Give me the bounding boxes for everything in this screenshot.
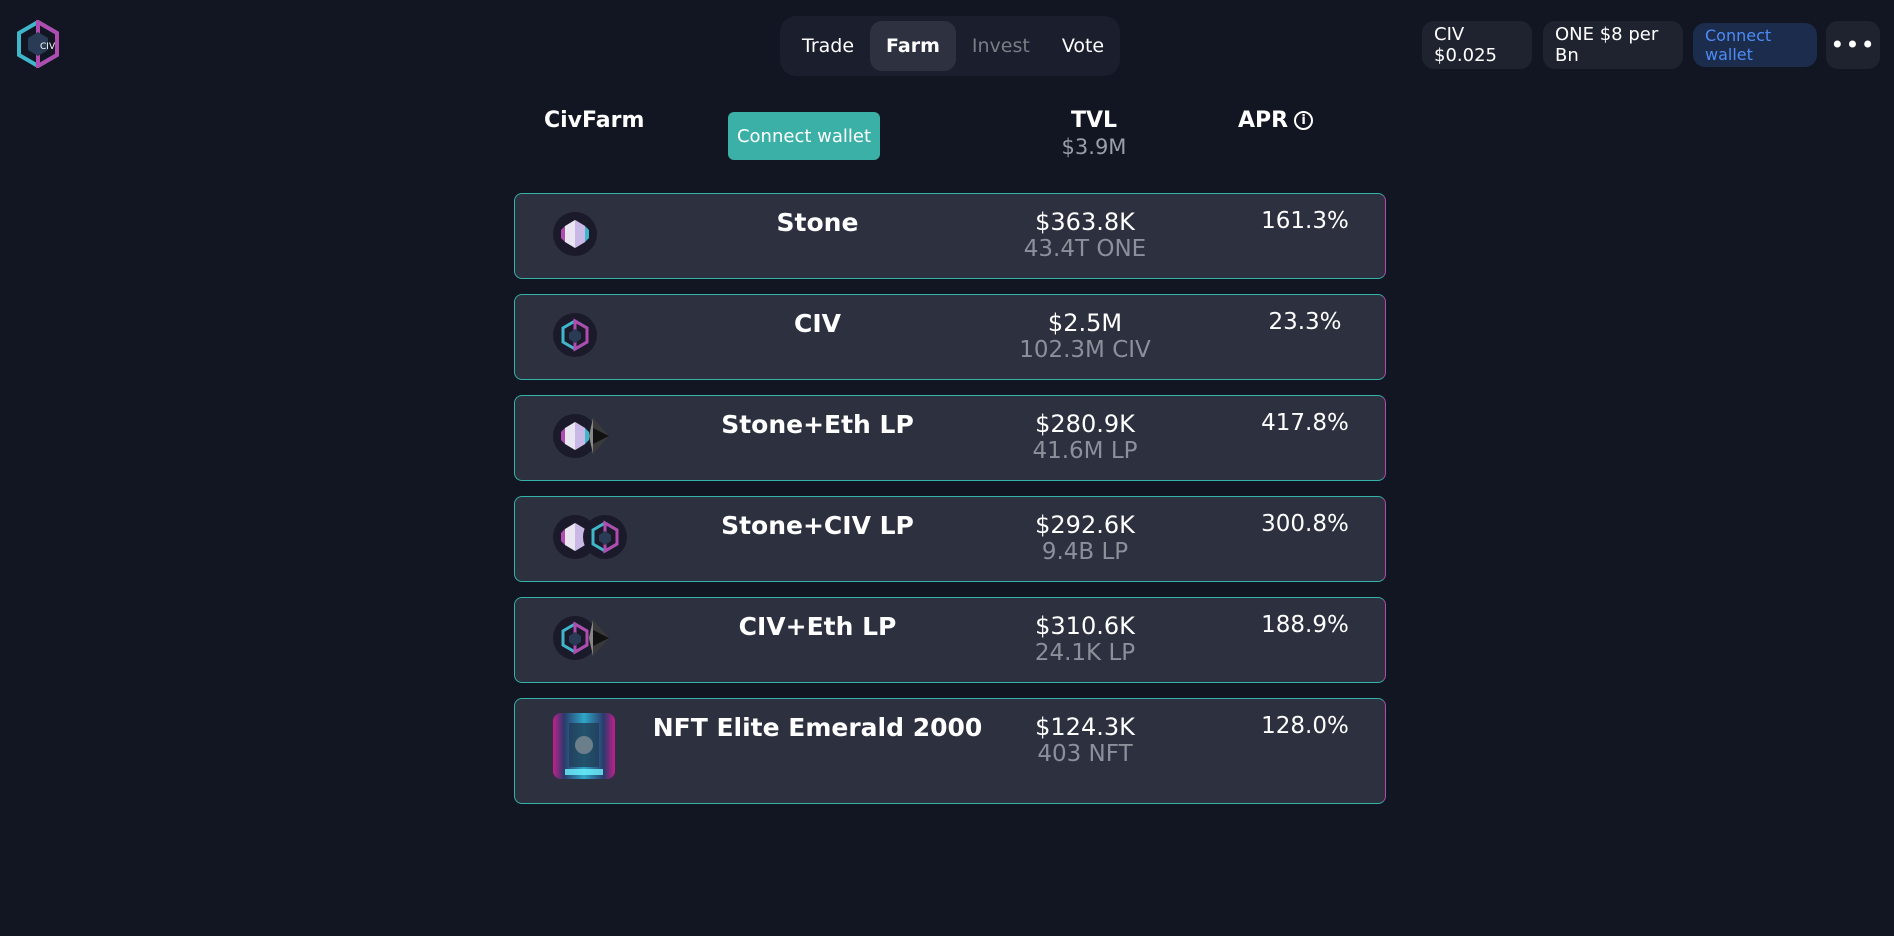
- connect-wallet-button[interactable]: Connect wallet: [728, 112, 880, 160]
- total-tvl-value: $3.9M: [1061, 135, 1127, 159]
- farm-tvl-usd: $310.6K: [1035, 612, 1135, 640]
- stone-icon: [553, 212, 597, 256]
- main-nav: Trade Farm Invest Vote: [780, 16, 1120, 76]
- more-menu-icon[interactable]: •••: [1826, 21, 1880, 69]
- civ-price-badge[interactable]: CIV $0.025: [1422, 21, 1532, 69]
- tab-invest[interactable]: Invest: [956, 21, 1046, 71]
- farm-tvl-usd: $2.5M: [1047, 309, 1123, 337]
- nft-image: [553, 713, 615, 779]
- farm-name: Stone+Eth LP: [721, 410, 914, 439]
- eth-icon: [587, 616, 613, 660]
- farm-tvl-amount: 9.4B LP: [1041, 539, 1129, 565]
- farm-tvl-usd: $280.9K: [1035, 410, 1135, 438]
- farm-tvl-amount: 41.6M LP: [1032, 438, 1138, 464]
- tab-trade[interactable]: Trade: [786, 21, 870, 71]
- civ-logo-icon[interactable]: CIV: [16, 18, 60, 70]
- page-title: CivFarm: [544, 108, 645, 133]
- one-price-badge[interactable]: ONE $8 per Bn: [1543, 21, 1683, 69]
- farm-row-stone-civ-lp[interactable]: Stone+CIV LP $292.6K 9.4B LP 300.8%: [514, 496, 1386, 582]
- tab-vote[interactable]: Vote: [1046, 21, 1120, 71]
- civ-icon: [583, 515, 627, 559]
- farm-name: CIV: [794, 309, 841, 338]
- farm-header: CivFarm Connect wallet TVL $3.9M APR i: [0, 108, 1894, 168]
- farm-name: Stone: [776, 208, 859, 237]
- tvl-column-header: TVL: [1070, 108, 1118, 133]
- farm-apr: 23.3%: [1268, 309, 1342, 335]
- farm-tvl-amount: 24.1K LP: [1034, 640, 1136, 666]
- farm-row-stone[interactable]: Stone $363.8K 43.4T ONE 161.3%: [514, 193, 1386, 279]
- farm-row-civ-eth-lp[interactable]: CIV+Eth LP $310.6K 24.1K LP 188.9%: [514, 597, 1386, 683]
- farm-apr: 128.0%: [1261, 713, 1349, 739]
- farm-tvl-usd: $124.3K: [1035, 713, 1135, 741]
- farm-tvl-amount: 102.3M CIV: [1019, 337, 1151, 363]
- connect-wallet-button-top[interactable]: Connect wallet: [1693, 23, 1817, 67]
- farm-row-stone-eth-lp[interactable]: Stone+Eth LP $280.9K 41.6M LP 417.8%: [514, 395, 1386, 481]
- farm-name: Stone+CIV LP: [721, 511, 914, 540]
- farm-tvl-amount: 43.4T ONE: [1023, 236, 1147, 262]
- farm-apr: 161.3%: [1261, 208, 1349, 234]
- farm-name: NFT Elite Emerald 2000: [652, 713, 983, 742]
- farm-tvl-usd: $292.6K: [1035, 511, 1135, 539]
- farm-apr: 417.8%: [1261, 410, 1349, 436]
- civ-icon: [553, 313, 597, 357]
- info-icon[interactable]: i: [1294, 111, 1314, 130]
- apr-header-label: APR: [1238, 108, 1289, 133]
- total-tvl: TVL $3.9M: [1044, 108, 1144, 159]
- farm-apr: 300.8%: [1261, 511, 1349, 537]
- farm-tvl-usd: $363.8K: [1035, 208, 1135, 236]
- tab-farm[interactable]: Farm: [870, 21, 956, 71]
- svg-text:CIV: CIV: [40, 42, 56, 52]
- farm-apr: 188.9%: [1261, 612, 1349, 638]
- farm-row-civ[interactable]: CIV $2.5M 102.3M CIV 23.3%: [514, 294, 1386, 380]
- farm-row-nft-elite-emerald[interactable]: NFT Elite Emerald 2000 $124.3K 403 NFT 12…: [514, 698, 1386, 804]
- eth-icon: [587, 414, 613, 458]
- apr-column-header: APR i: [1238, 108, 1314, 133]
- farm-name: CIV+Eth LP: [738, 612, 897, 641]
- farm-tvl-amount: 403 NFT: [1037, 741, 1133, 767]
